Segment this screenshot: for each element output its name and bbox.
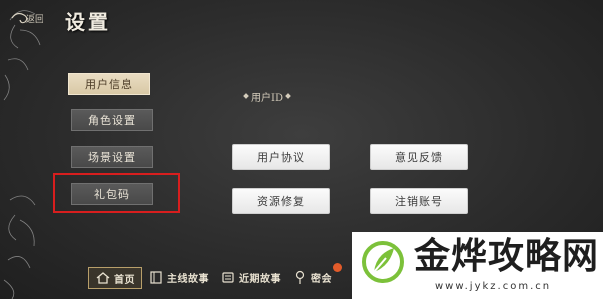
svg-text:返回: 返回 [26,13,43,25]
nav-recent-story[interactable]: 近期故事 [220,262,281,292]
user-agreement-button[interactable]: 用户协议 [232,144,330,170]
resource-repair-button[interactable]: 资源修复 [232,188,330,214]
menu-item-role-settings[interactable]: 角色设置 [71,109,153,131]
watermark: 金烨攻略网 www.jykz.com.cn [352,232,603,299]
user-id-text: 用户ID [251,92,283,104]
leaf-logo-icon [362,241,404,283]
diamond-right-icon [285,93,291,99]
nav-home[interactable]: 首页 [88,267,142,289]
nav-main-story[interactable]: 主线故事 [148,262,209,292]
menu-item-scene-settings[interactable]: 场景设置 [71,146,153,168]
watermark-brand: 金烨攻略网 [414,236,600,277]
notification-badge [333,263,342,272]
watermark-url: www.jykz.com.cn [435,281,552,292]
scroll-icon [222,272,234,283]
spider-lily-decoration [3,10,41,299]
menu-item-user-info[interactable]: 用户信息 [68,73,150,95]
nav-secret-label: 密会 [311,273,332,285]
rose-icon [295,270,305,284]
nav-home-label: 首页 [114,274,135,286]
page-title: 设置 [65,10,111,34]
logout-button[interactable]: 注销账号 [370,188,468,214]
user-id-label: 用户ID [231,89,303,104]
nav-recent-story-label: 近期故事 [239,273,281,285]
feedback-button[interactable]: 意见反馈 [370,144,468,170]
bottom-nav: 首页 主线故事 近期故事 密会 [80,262,350,292]
nav-main-story-label: 主线故事 [167,273,209,285]
diamond-left-icon [243,93,249,99]
back-button[interactable]: 返回 [6,8,46,28]
highlight-box [53,173,180,213]
home-icon [96,272,110,284]
book-icon [150,271,162,284]
nav-secret-meeting[interactable]: 密会 [292,262,332,292]
back-swirl-icon: 返回 [11,12,43,25]
